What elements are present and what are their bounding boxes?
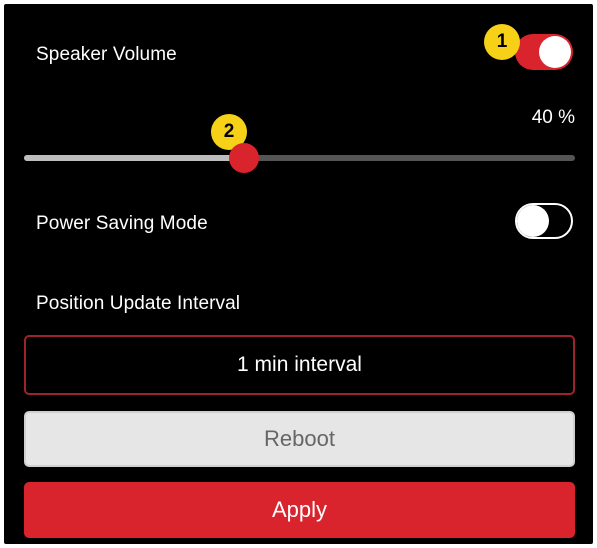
settings-panel: Speaker Volume 1 40 % 2 Power Saving Mod… [4, 4, 593, 544]
volume-slider-thumb[interactable] [229, 143, 260, 173]
reboot-button[interactable]: Reboot [24, 411, 575, 467]
power-saving-label: Power Saving Mode [36, 213, 208, 234]
volume-slider[interactable] [24, 143, 575, 173]
toggle-knob [539, 36, 571, 68]
interval-select[interactable]: 1 min interval [24, 335, 575, 395]
toggle-knob [517, 205, 549, 237]
speaker-volume-toggle[interactable] [515, 34, 573, 70]
speaker-volume-label: Speaker Volume [36, 44, 177, 65]
power-saving-toggle[interactable] [515, 203, 573, 239]
apply-button[interactable]: Apply [24, 482, 575, 538]
annotation-badge-1: 1 [484, 24, 520, 60]
volume-value: 40 % [531, 107, 575, 128]
volume-slider-fill [24, 155, 245, 161]
interval-select-value: 1 min interval [237, 353, 362, 376]
position-update-label: Position Update Interval [36, 293, 241, 314]
reboot-button-label: Reboot [264, 426, 335, 451]
apply-button-label: Apply [271, 497, 328, 522]
